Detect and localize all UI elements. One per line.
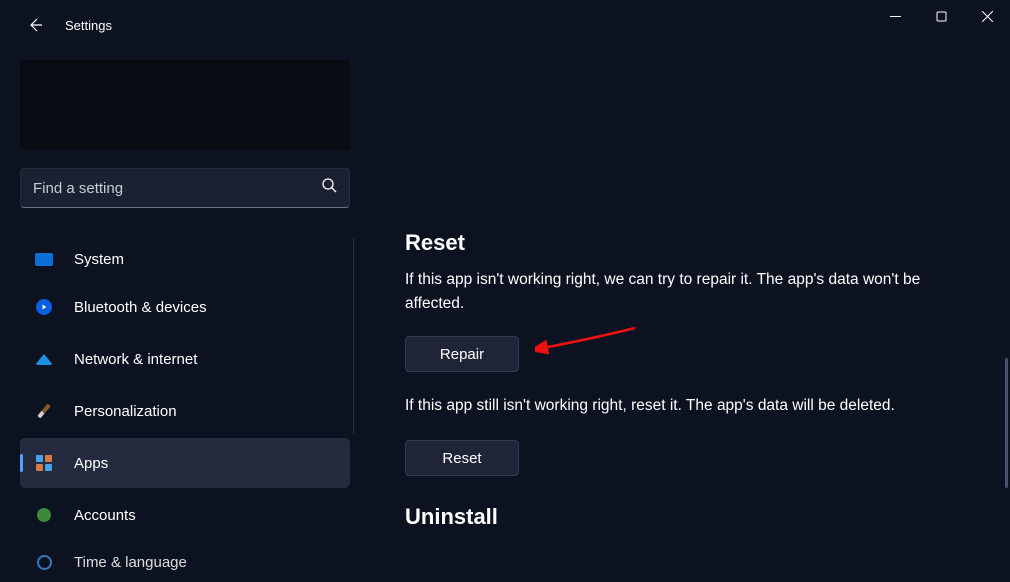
main-layout: System Bluetooth & devices Network & int… (0, 50, 1010, 582)
app-title: Settings (65, 18, 112, 33)
sidebar-item-accounts[interactable]: Accounts (20, 490, 350, 540)
titlebar: Settings (0, 0, 1010, 50)
sidebar-item-label: Apps (74, 455, 108, 472)
maximize-button[interactable] (918, 0, 964, 32)
wifi-icon (34, 349, 54, 369)
search-icon (322, 178, 337, 198)
sidebar-item-label: System (74, 251, 124, 268)
repair-button[interactable]: Repair (405, 336, 519, 372)
reset-button-label: Reset (442, 450, 481, 467)
sidebar: System Bluetooth & devices Network & int… (0, 50, 370, 582)
search-input[interactable] (33, 180, 322, 197)
sidebar-item-personalization[interactable]: Personalization (20, 386, 350, 436)
sidebar-item-label: Bluetooth & devices (74, 299, 207, 316)
sidebar-item-time-language[interactable]: Time & language (20, 542, 350, 582)
apps-icon (34, 453, 54, 473)
arrow-left-icon (27, 17, 43, 33)
close-button[interactable] (964, 0, 1010, 32)
reset-button[interactable]: Reset (405, 440, 519, 476)
sidebar-item-label: Accounts (74, 507, 136, 524)
repair-button-label: Repair (440, 346, 484, 363)
sidebar-item-apps[interactable]: Apps (20, 438, 350, 488)
minimize-icon (890, 11, 901, 22)
bluetooth-icon (34, 297, 54, 317)
window-controls (872, 0, 1010, 32)
nav-divider (353, 238, 354, 434)
reset-description: If this app still isn't working right, r… (405, 394, 985, 418)
search-box[interactable] (20, 168, 350, 208)
monitor-icon (34, 249, 54, 269)
close-icon (982, 11, 993, 22)
account-icon (34, 505, 54, 525)
reset-heading: Reset (405, 230, 992, 256)
sidebar-item-bluetooth[interactable]: Bluetooth & devices (20, 282, 350, 332)
sidebar-item-network[interactable]: Network & internet (20, 334, 350, 384)
scrollbar[interactable] (1005, 358, 1008, 488)
user-profile-block[interactable] (20, 60, 350, 150)
uninstall-heading: Uninstall (405, 504, 992, 530)
sidebar-item-label: Time & language (74, 554, 187, 571)
sidebar-item-label: Personalization (74, 403, 177, 420)
maximize-icon (936, 11, 947, 22)
sidebar-item-label: Network & internet (74, 351, 197, 368)
sidebar-item-system[interactable]: System (20, 238, 350, 280)
content-area: Reset If this app isn't working right, w… (370, 50, 1010, 582)
back-button[interactable] (20, 10, 50, 40)
minimize-button[interactable] (872, 0, 918, 32)
repair-description: If this app isn't working right, we can … (405, 268, 965, 316)
brush-icon (34, 401, 54, 421)
nav-list: System Bluetooth & devices Network & int… (20, 238, 350, 582)
clock-icon (34, 552, 54, 572)
